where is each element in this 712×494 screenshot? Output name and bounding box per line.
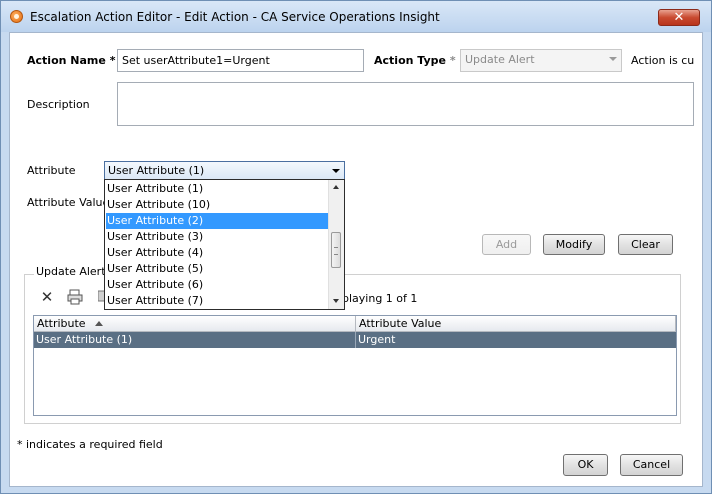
dropdown-option[interactable]: User Attribute (7) <box>106 293 328 309</box>
window-title: Escalation Action Editor - Edit Action -… <box>30 10 440 24</box>
scroll-down-icon[interactable] <box>329 294 344 309</box>
print-icon[interactable] <box>66 288 84 306</box>
attribute-select[interactable]: User Attribute (1) <box>104 161 345 180</box>
sort-ascending-icon <box>95 321 104 326</box>
add-button[interactable]: Add <box>482 234 531 255</box>
attribute-dropdown-list: User Attribute (1) User Attribute (10) Use… <box>104 179 345 310</box>
chevron-down-icon <box>332 169 340 173</box>
cell-attribute-value: Urgent <box>358 333 396 346</box>
delete-icon[interactable]: ✕ <box>38 288 56 306</box>
dropdown-option[interactable]: User Attribute (1) <box>106 181 328 197</box>
cancel-button[interactable]: Cancel <box>620 454 683 476</box>
displaying-count: playing 1 of 1 <box>342 292 418 305</box>
table-row[interactable]: User Attribute (1) Urgent <box>34 332 676 348</box>
scroll-thumb[interactable] <box>331 232 341 268</box>
action-type-select[interactable]: Update Alert <box>460 49 622 72</box>
dropdown-option[interactable]: User Attribute (3) <box>106 229 328 245</box>
close-button[interactable]: ✕ <box>658 9 700 26</box>
ok-button[interactable]: OK <box>563 454 608 476</box>
attribute-value-label: Attribute Value <box>27 196 110 209</box>
attribute-select-value: User Attribute (1) <box>108 164 205 177</box>
dropdown-option[interactable]: User Attribute (6) <box>106 277 328 293</box>
chevron-down-icon <box>609 57 617 61</box>
cell-attribute: User Attribute (1) <box>34 332 356 348</box>
attribute-table: Attribute Attribute Value User Attribute… <box>33 315 677 416</box>
scroll-up-icon[interactable] <box>329 180 344 195</box>
dropdown-option[interactable]: User Attribute (4) <box>106 245 328 261</box>
description-label: Description <box>27 98 90 111</box>
dropdown-scrollbar[interactable] <box>328 180 344 309</box>
action-status-text: Action is curr <box>631 54 694 67</box>
action-type-label: Action Type * <box>374 54 456 67</box>
description-textarea[interactable] <box>117 82 694 126</box>
dropdown-option[interactable]: User Attribute (2) <box>106 213 328 229</box>
action-name-label: Action Name * <box>27 54 116 67</box>
dropdown-option[interactable]: User Attribute (10) <box>106 197 328 213</box>
column-header-attribute[interactable]: Attribute <box>34 316 356 332</box>
attribute-label: Attribute <box>27 164 76 177</box>
column-header-attribute-value[interactable]: Attribute Value <box>356 316 676 332</box>
modify-button[interactable]: Modify <box>543 234 605 255</box>
clear-button[interactable]: Clear <box>618 234 673 255</box>
action-name-input[interactable]: Set userAttribute1=Urgent <box>117 49 364 72</box>
title-bar[interactable]: Escalation Action Editor - Edit Action -… <box>1 1 711 32</box>
required-field-note: * indicates a required field <box>17 438 163 451</box>
action-type-value: Update Alert <box>465 53 535 66</box>
app-icon <box>10 10 23 23</box>
dropdown-option[interactable]: User Attribute (5) <box>106 261 328 277</box>
